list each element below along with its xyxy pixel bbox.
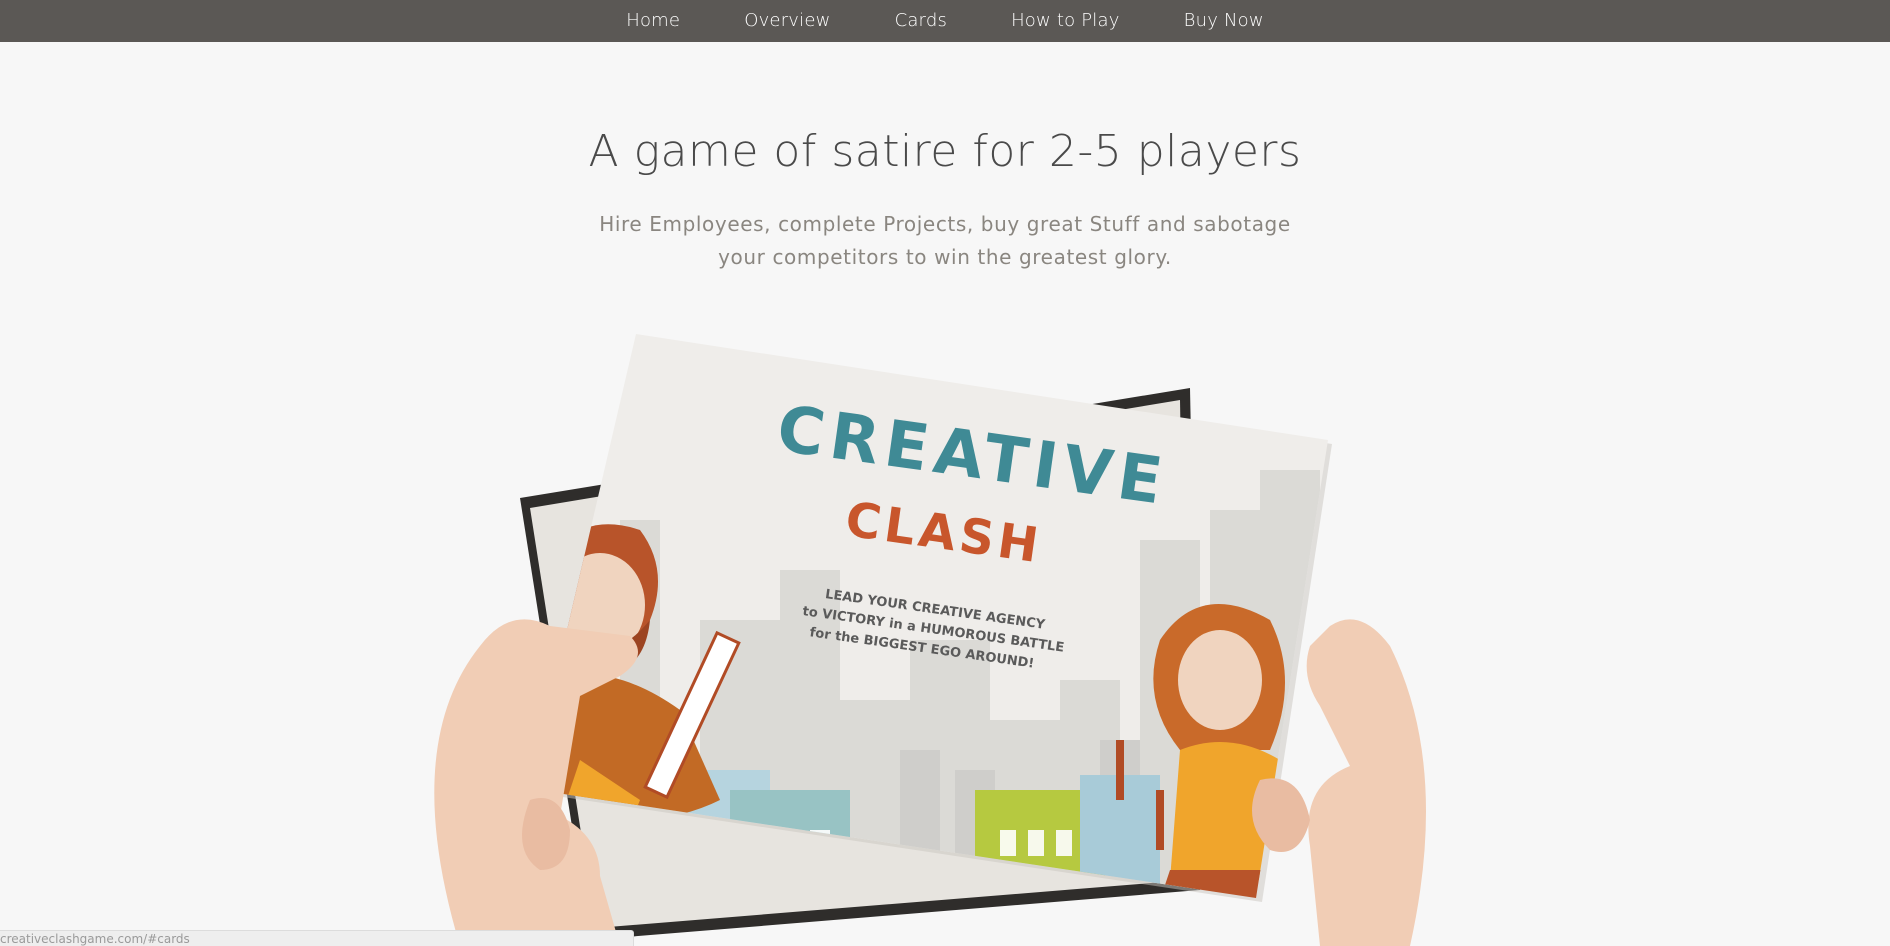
browser-status-bar: creativeclashgame.com/#cards	[0, 930, 634, 946]
nav-buy-now-link[interactable]: Buy Now	[1152, 0, 1296, 42]
hero-subtitle: Hire Employees, complete Projects, buy g…	[0, 208, 1890, 274]
hero-title: A game of satire for 2-5 players	[588, 126, 1302, 177]
nav-how-to-play-link[interactable]: How to Play	[979, 0, 1152, 42]
nav-home-link[interactable]: Home	[594, 0, 712, 42]
nav-overview-link[interactable]: Overview	[712, 0, 862, 42]
hero-subtitle-line-2: your competitors to win the greatest glo…	[718, 245, 1172, 269]
product-box-photo: CREATIVE CLASH LEAD YOUR CREATIVE AGENCY…	[434, 334, 1426, 946]
top-navigation: Home Overview Cards How to Play Buy Now	[0, 0, 1890, 42]
hero-subtitle-line-1: Hire Employees, complete Projects, buy g…	[599, 212, 1291, 236]
nav-cards-link[interactable]: Cards	[863, 0, 980, 42]
